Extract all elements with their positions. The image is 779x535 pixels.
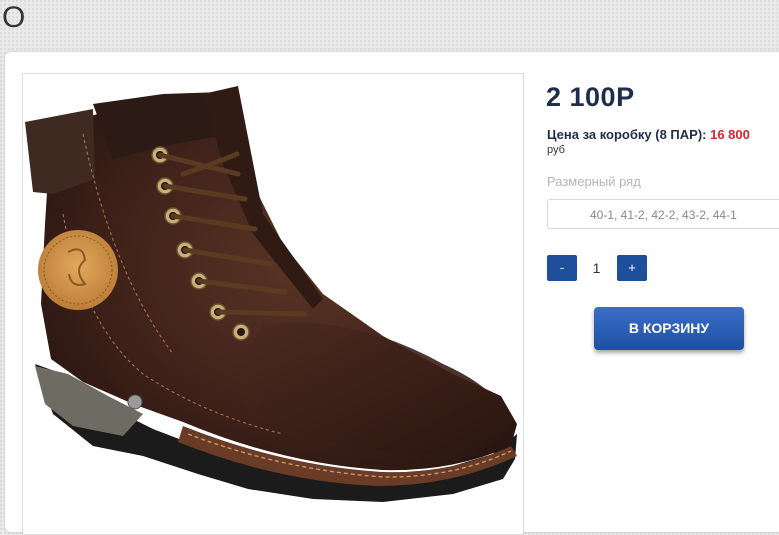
product-price: 2 100Р — [546, 82, 635, 112]
boot-icon — [25, 86, 517, 502]
size-range-select[interactable]: 40-1, 41-2, 42-2, 43-2, 44-1 — [547, 199, 779, 229]
box-price: Цена за коробку (8 ПАР): 16 800 — [547, 127, 750, 142]
add-to-cart-button[interactable]: В КОРЗИНУ — [594, 307, 744, 350]
box-price-label: Цена за коробку (8 ПАР): — [547, 127, 707, 142]
box-price-value: 16 800 — [710, 127, 750, 142]
product-image[interactable] — [22, 73, 524, 535]
quantity-increase-button[interactable]: + — [617, 255, 647, 281]
quantity-decrease-button[interactable]: - — [547, 255, 577, 281]
size-range-label: Размерный ряд — [547, 174, 641, 189]
currency-label: руб — [547, 144, 565, 156]
page-title-fragment: О — [2, 1, 26, 34]
quantity-input[interactable]: 1 — [580, 255, 613, 281]
